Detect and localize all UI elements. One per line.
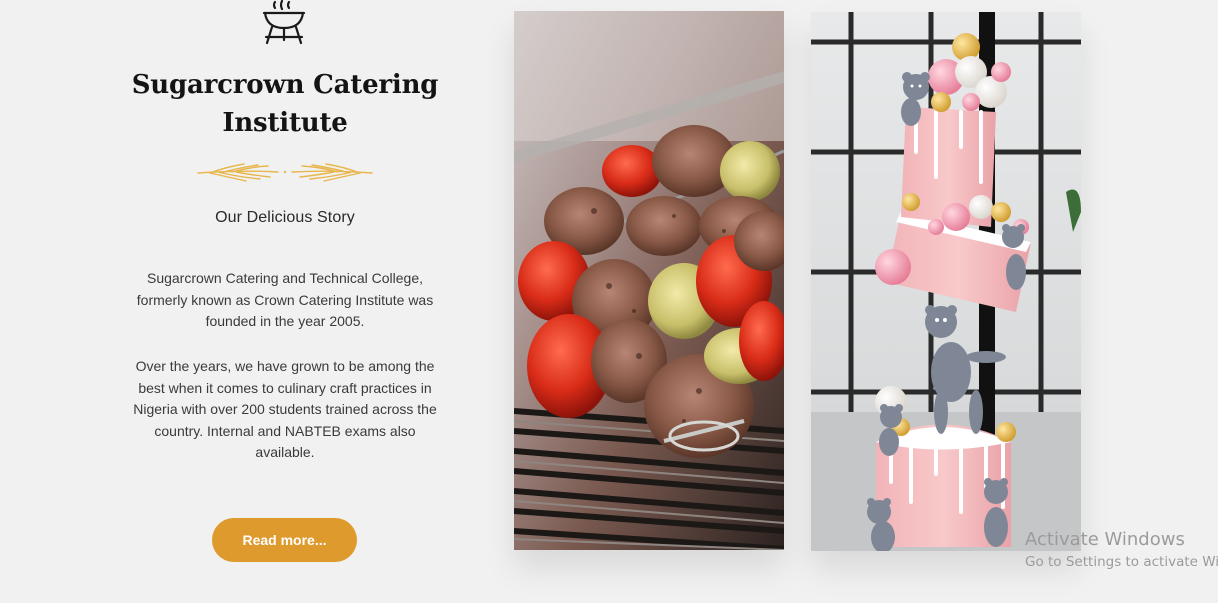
read-more-button[interactable]: Read more... [212,518,357,562]
title-line-2: Institute [222,108,348,138]
page-title: Sugarcrown Catering Institute [110,66,460,142]
teddy-bear-cake-photo: Evelin [811,12,1081,551]
story-paragraph-2: Over the years, we have grown to be amon… [133,358,437,460]
kebab-skewers-photo [514,11,784,550]
story-paragraph-1: Sugarcrown Catering and Technical Colleg… [136,270,434,329]
section-subtitle: Our Delicious Story [215,209,355,226]
watermark-title: Activate Windows [1025,529,1185,550]
wheat-divider-icon [197,163,373,182]
watermark-subtitle: Go to Settings to activate Windows. [1025,554,1218,570]
title-line-1: Sugarcrown Catering [131,70,439,100]
activate-windows-watermark: Activate Windows Go to Settings to activ… [1025,528,1218,572]
grill-icon [262,0,306,45]
